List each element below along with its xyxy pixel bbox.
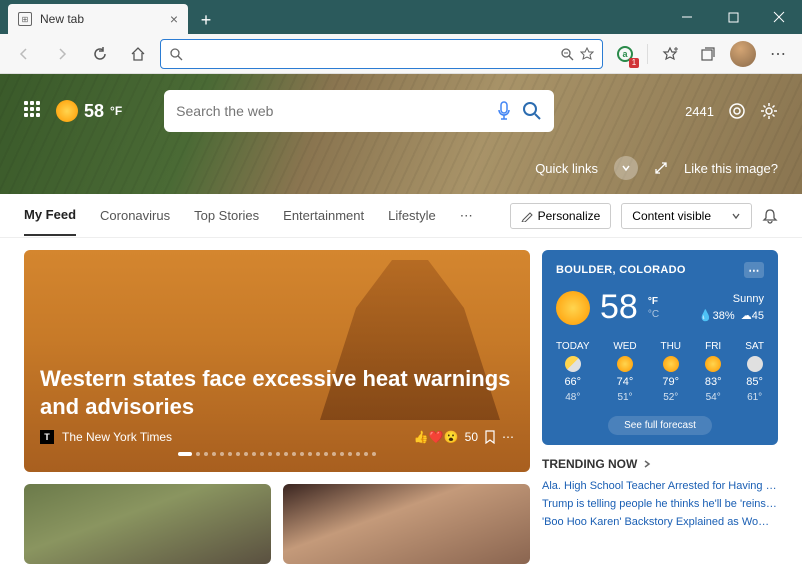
favorites-button[interactable] [654,38,686,70]
address-bar[interactable] [160,39,603,69]
profile-avatar[interactable] [730,41,756,67]
card-menu-icon[interactable]: ⋯ [502,430,514,444]
tab-close-icon[interactable]: × [170,11,178,27]
trending-card: TRENDING NOW Ala. High School Teacher Ar… [542,457,778,531]
minimize-button[interactable] [664,0,710,34]
svg-text:a: a [622,49,628,59]
rewards-points[interactable]: 2441 [685,104,714,119]
hero-weather[interactable]: 58 °F [56,100,122,122]
see-full-forecast[interactable]: See full forecast [608,416,712,435]
hero-temp-unit: °F [110,104,122,118]
news-card-thumb[interactable] [283,484,530,564]
home-button[interactable] [122,38,154,70]
trending-title: TRENDING NOW [542,457,637,471]
nav-coronavirus[interactable]: Coronavirus [100,196,170,235]
carousel-dots[interactable] [40,452,514,456]
new-tab-hero: 58 °F 2441 Quick links Like this image? [0,74,802,194]
expand-icon[interactable] [654,161,668,175]
weather-day-icon [705,356,721,372]
back-button[interactable] [8,38,40,70]
chevron-right-icon [643,460,651,468]
weather-day-icon [663,356,679,372]
zoom-icon[interactable] [560,47,574,61]
refresh-button[interactable] [84,38,116,70]
close-window-button[interactable] [756,0,802,34]
forecast-day[interactable]: THU79°52° [660,341,681,403]
weather-day-icon [747,356,763,372]
rewards-icon[interactable] [728,102,746,120]
reaction-count: 50 [465,430,478,444]
content-visible-label: Content visible [632,209,711,223]
nav-more-icon[interactable]: ⋯ [460,196,473,236]
news-card-thumb[interactable] [24,484,271,564]
maximize-button[interactable] [710,0,756,34]
app-launcher-icon[interactable] [24,101,44,121]
content-visible-dropdown[interactable]: Content visible [621,203,752,229]
forward-button[interactable] [46,38,78,70]
feed-nav: My Feed Coronavirus Top Stories Entertai… [0,194,802,238]
weather-menu-icon[interactable]: ⋯ [744,262,764,278]
window-titlebar: ⊞ New tab × + [0,0,802,34]
search-icon [169,47,183,61]
weather-units[interactable]: °F°C [648,295,659,321]
hero-temp: 58 [84,101,104,122]
weather-temp: 58 [600,288,638,327]
browser-toolbar: a ⋯ [0,34,802,74]
hero-headline: Western states face excessive heat warni… [40,365,514,420]
forecast-day[interactable]: FRI83°54° [705,341,722,403]
trending-item[interactable]: Ala. High School Teacher Arrested for Ha… [542,477,778,495]
nav-entertainment[interactable]: Entertainment [283,196,364,235]
weather-humidity: 38% [713,310,735,322]
search-submit-icon[interactable] [522,101,542,121]
weather-day-icon [617,356,633,372]
source-name: The New York Times [62,430,172,444]
source-logo: T [40,430,54,444]
browser-tab[interactable]: ⊞ New tab × [8,4,188,34]
settings-icon[interactable] [760,102,778,120]
favorite-icon[interactable] [580,47,594,61]
weather-card[interactable]: BOULDER, COLORADO ⋯ 58 °F°C Sunny 💧38% ☁… [542,250,778,445]
reaction-icons: 👍❤️😮 [414,430,459,444]
personalize-button[interactable]: Personalize [510,203,612,229]
weather-location: BOULDER, COLORADO [556,264,686,276]
nav-lifestyle[interactable]: Lifestyle [388,196,436,235]
trending-item[interactable]: Trump is telling people he thinks he'll … [542,495,778,513]
window-controls [664,0,802,34]
new-tab-button[interactable]: + [192,6,220,34]
address-input[interactable] [189,46,554,61]
extension-button[interactable]: a [609,38,641,70]
voice-search-icon[interactable] [496,101,512,121]
tab-title: New tab [40,12,84,26]
weather-wind: 45 [752,310,764,322]
quick-links-label: Quick links [535,161,598,176]
nav-my-feed[interactable]: My Feed [24,195,76,236]
hero-search-input[interactable] [176,103,486,119]
notifications-icon[interactable] [762,208,778,224]
menu-button[interactable]: ⋯ [762,38,794,70]
tab-favicon: ⊞ [18,12,32,26]
quick-links-toggle[interactable] [614,156,638,180]
forecast-day[interactable]: WED74°51° [613,341,636,403]
weather-day-icon [565,356,581,372]
personalize-label: Personalize [538,209,601,223]
collections-button[interactable] [692,38,724,70]
nav-top-stories[interactable]: Top Stories [194,196,259,235]
hero-search-box[interactable] [164,90,554,132]
like-image-label[interactable]: Like this image? [684,161,778,176]
sun-icon [56,100,78,122]
trending-item[interactable]: 'Boo Hoo Karen' Backstory Explained as W… [542,513,778,531]
weather-condition: Sunny [699,293,764,305]
feed-content: Western states face excessive heat warni… [0,238,802,576]
forecast-day[interactable]: SAT85°61° [745,341,764,403]
hero-news-card[interactable]: Western states face excessive heat warni… [24,250,530,472]
forecast-day[interactable]: TODAY66°48° [556,341,590,403]
bookmark-icon[interactable] [484,430,496,444]
chevron-down-icon [731,211,741,221]
sun-icon [556,291,590,325]
